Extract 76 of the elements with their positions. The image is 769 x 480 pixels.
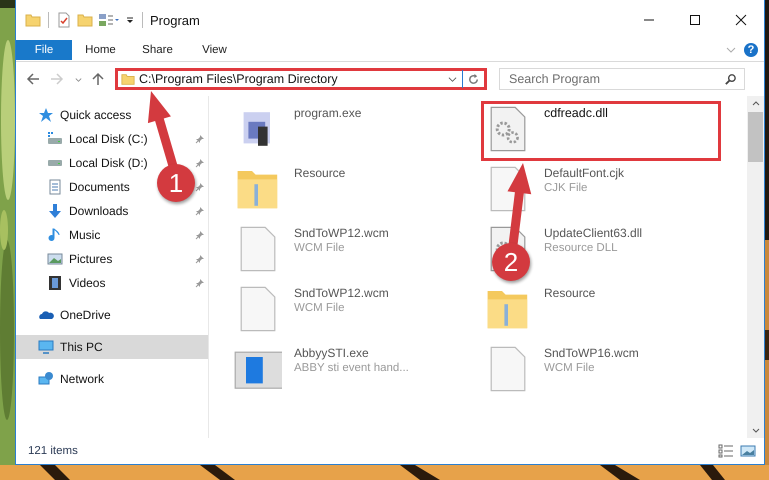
step-number-badge: 2 (492, 243, 530, 281)
pin-icon[interactable] (195, 254, 205, 264)
sidebar-item[interactable]: Network (16, 367, 208, 391)
properties-icon[interactable] (56, 12, 72, 28)
sidebar-item[interactable]: Pictures (69, 252, 112, 266)
file-type: WCM File (544, 362, 596, 374)
file-name: UpdateClient63.dll (544, 226, 642, 240)
sidebar-item[interactable]: OneDrive (16, 303, 208, 327)
file-name: DefaultFont.cjk (544, 166, 624, 180)
highlighted-file-item[interactable]: cdfreadc.dll (481, 101, 721, 161)
scroll-thumb[interactable] (748, 112, 763, 162)
new-folder-icon[interactable] (77, 12, 93, 28)
expand-ribbon-icon[interactable] (726, 45, 736, 55)
sidebar-item[interactable]: Music (69, 228, 100, 242)
ribbon-tab[interactable]: Share (129, 40, 186, 60)
maximize-icon (689, 14, 701, 26)
window-title: Program (150, 12, 200, 28)
landscape-icon (47, 251, 63, 267)
dropdown-caret-icon[interactable] (448, 74, 457, 84)
search-icon (724, 72, 737, 86)
star-icon (38, 107, 54, 123)
large-icons-view-icon[interactable] (740, 444, 756, 458)
file-name: cdfreadc.dll (544, 106, 608, 120)
scrollbar[interactable] (747, 96, 764, 438)
file-name: Resource (294, 166, 346, 180)
file-type: Resource DLL (544, 242, 619, 254)
file-type: CJK File (544, 182, 588, 194)
ribbon-tab[interactable]: Home (72, 40, 129, 60)
address-path: C:\Program Files\Program Directory (139, 72, 338, 86)
file-name: program.exe (294, 106, 362, 120)
view-menu-icon[interactable] (98, 12, 120, 28)
sidebar-item[interactable]: Quick access (16, 103, 208, 127)
sidebar-item[interactable]: This PC (16, 335, 208, 359)
drive-icon (47, 131, 63, 147)
sidebar-item[interactable]: Local Disk (D:) (69, 156, 148, 170)
file-name: AbbyySTI.exe (294, 346, 370, 360)
minimize-icon (643, 19, 655, 21)
file-name: Resource (544, 286, 596, 300)
file-name: SndToWP12.wcm (294, 286, 389, 300)
customize-caret-icon[interactable] (125, 15, 135, 25)
refresh-icon[interactable] (467, 72, 480, 86)
file-type: ABBY sti event hand... (294, 362, 409, 374)
back-arrow-icon[interactable] (26, 72, 40, 86)
pin-icon[interactable] (195, 134, 205, 144)
step-number-badge: 1 (157, 164, 195, 202)
pin-icon[interactable] (195, 230, 205, 240)
film-icon (47, 275, 63, 291)
address-bar[interactable]: C:\Program Files\Program Directory (115, 68, 487, 90)
network-icon (38, 371, 54, 387)
ribbon-tab[interactable]: File (16, 40, 72, 60)
pin-icon[interactable] (195, 158, 205, 168)
monitor-icon (38, 339, 54, 355)
file-type: WCM File (294, 242, 346, 254)
file-name: SndToWP16.wcm (544, 346, 639, 360)
help-button[interactable]: ? (744, 43, 758, 57)
up-arrow-icon[interactable] (91, 72, 105, 86)
ribbon-tab[interactable]: View (186, 40, 243, 60)
close-icon (735, 14, 747, 26)
sidebar-item[interactable]: Documents (69, 180, 130, 194)
file-name: SndToWP12.wcm (294, 226, 389, 240)
details-view-icon[interactable] (718, 444, 734, 458)
search-field[interactable]: Search Program (499, 68, 745, 90)
folder-icon (121, 72, 135, 86)
sidebar-item[interactable]: Videos (69, 276, 106, 290)
forward-arrow-icon[interactable] (50, 72, 64, 86)
item-count: 121 items (28, 445, 78, 457)
download-arrow-icon (47, 203, 63, 219)
document-icon (47, 179, 63, 195)
pin-icon[interactable] (195, 182, 205, 192)
file-type: WCM File (294, 302, 346, 314)
sidebar-item[interactable]: Downloads (69, 204, 128, 218)
pin-icon[interactable] (195, 278, 205, 288)
folder-icon (25, 12, 41, 28)
sidebar-item[interactable]: Local Disk (C:) (69, 132, 148, 146)
drive-icon (47, 160, 63, 166)
pin-icon[interactable] (195, 206, 205, 216)
